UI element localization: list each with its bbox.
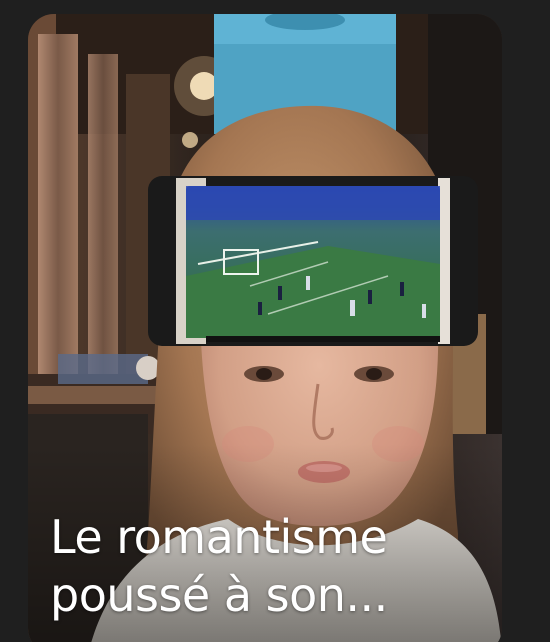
story-caption: Le romantisme poussé à son... (50, 508, 484, 624)
screen: Le romantisme poussé à son... (0, 0, 550, 642)
caption-line-2: poussé à son... (50, 568, 388, 622)
caption-line-1: Le romantisme (50, 510, 388, 564)
story-card[interactable]: Le romantisme poussé à son... (28, 14, 502, 642)
